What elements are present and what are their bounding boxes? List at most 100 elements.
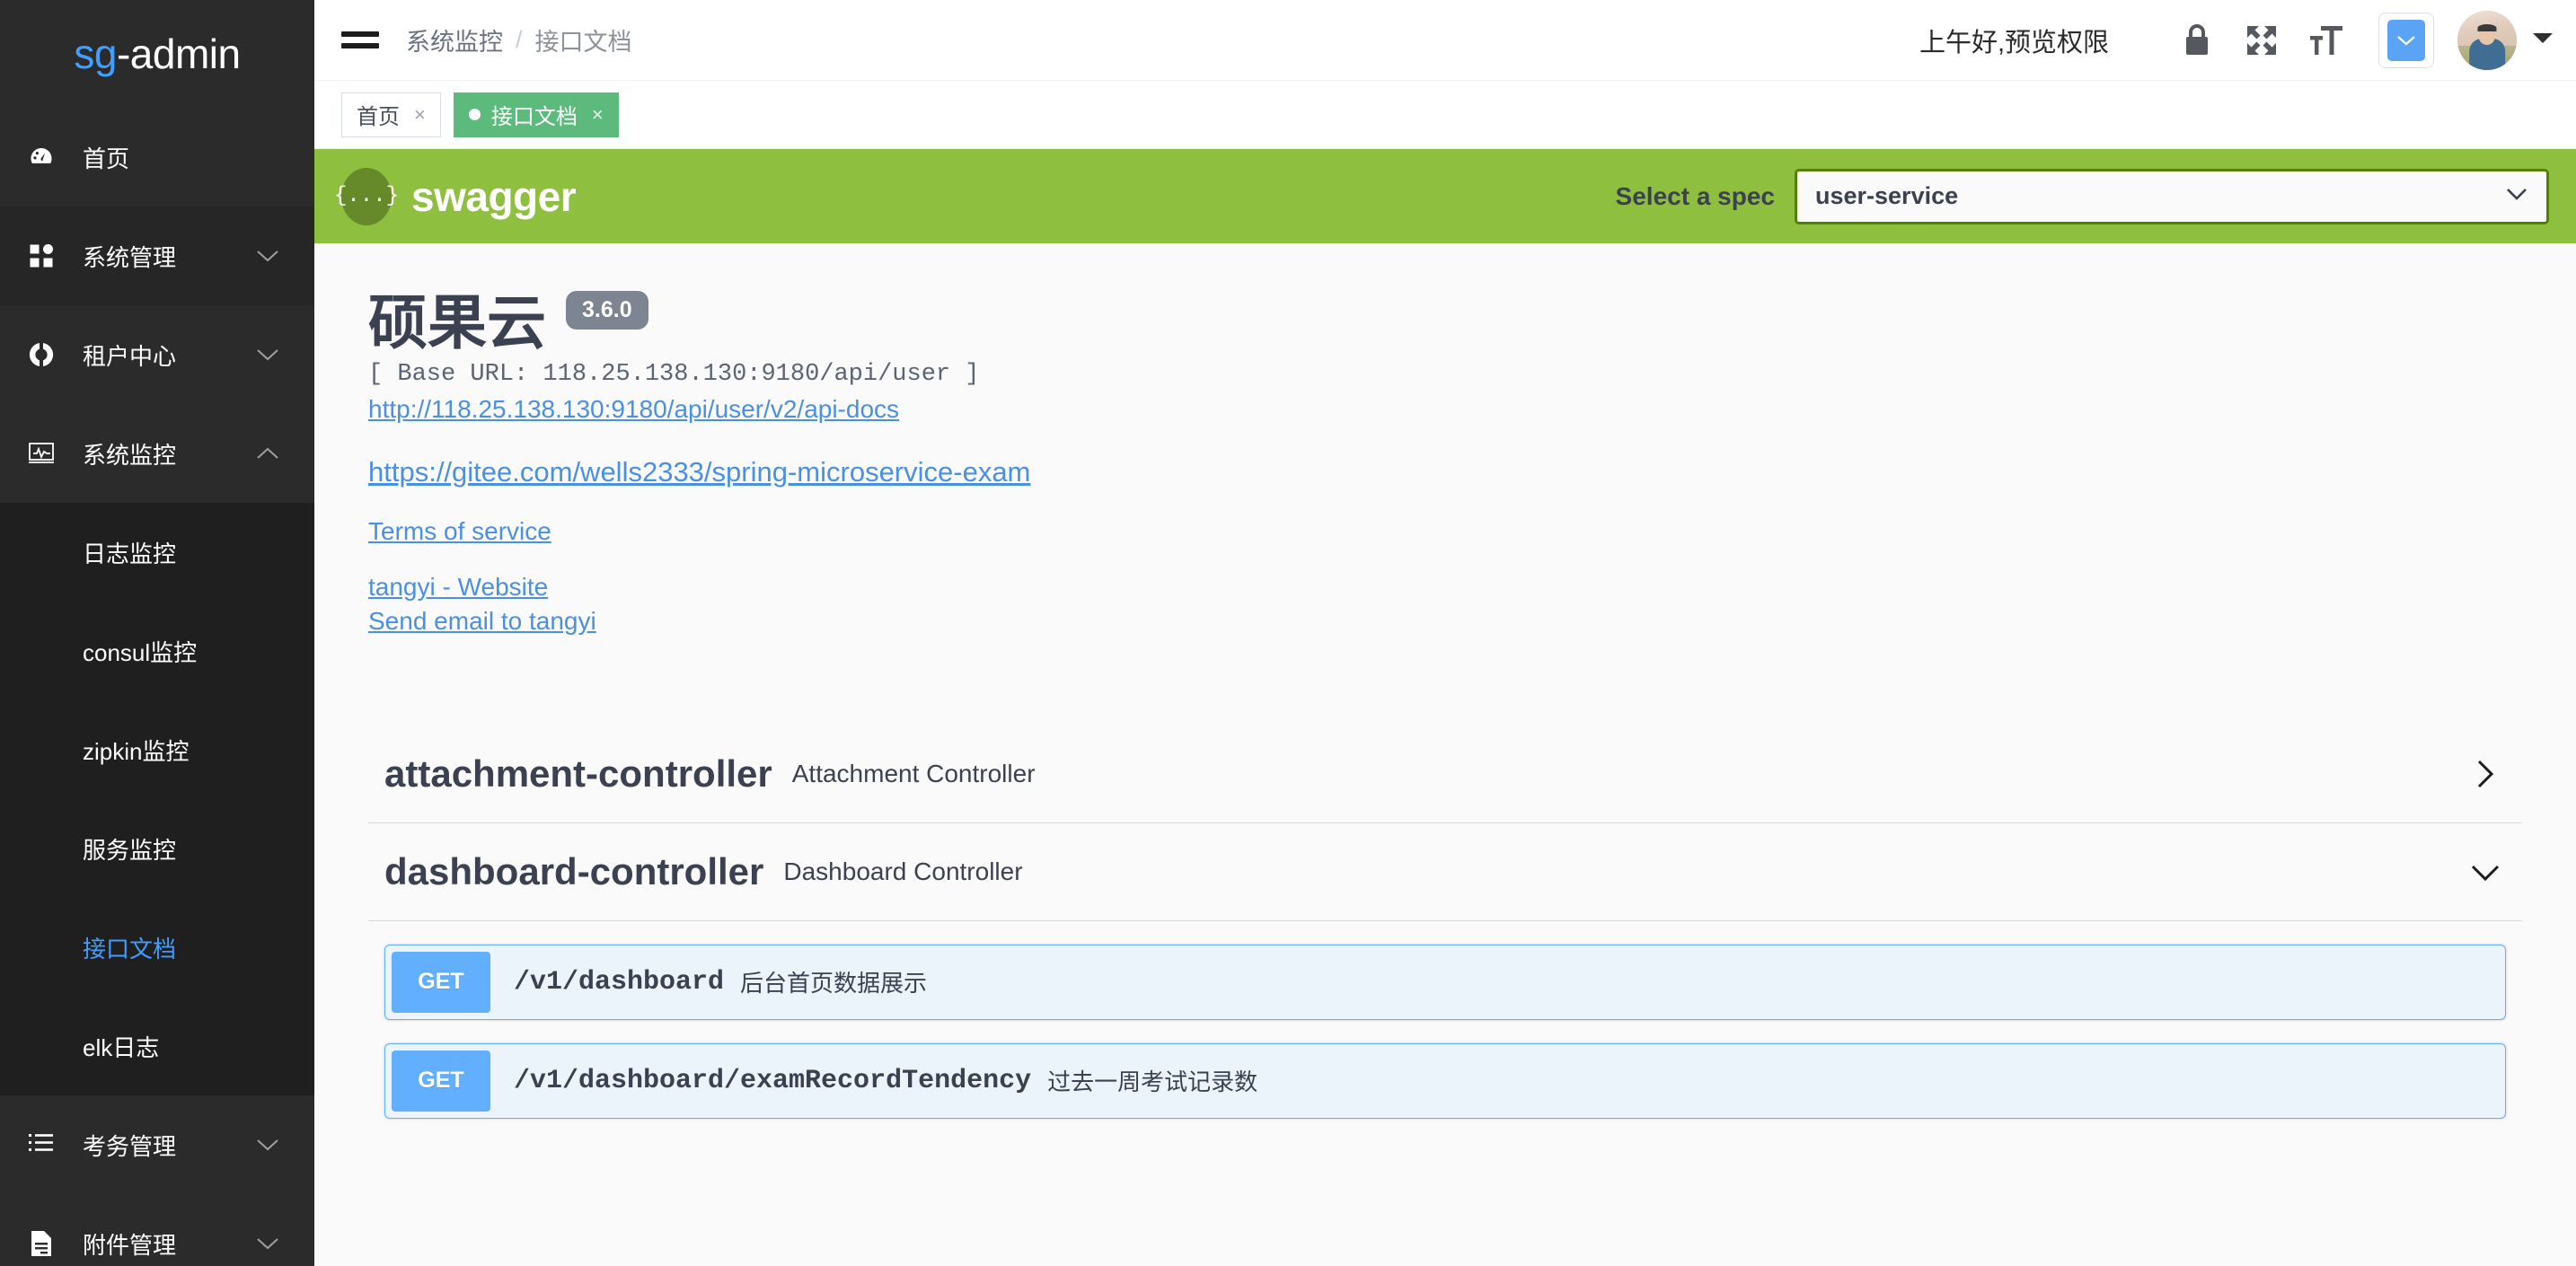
- operation-body: /v1/dashboard 后台首页数据展示: [490, 945, 927, 1019]
- contact-email-link[interactable]: Send email to tangyi: [368, 607, 596, 636]
- grid-icon: [22, 242, 61, 269]
- tag-header-attachment-controller[interactable]: attachment-controller Attachment Control…: [368, 725, 2522, 823]
- dashboard-icon: [22, 144, 61, 171]
- chevron-down-icon: [2505, 187, 2528, 206]
- brand-suffix: -admin: [117, 31, 241, 77]
- select-a-spec-label: Select a spec: [1616, 182, 1775, 211]
- swagger-logo-text: swagger: [411, 172, 576, 221]
- sidebar-item-system-monitor[interactable]: 系统监控: [0, 404, 314, 503]
- http-method-badge: GET: [392, 952, 490, 1013]
- sidebar-item-home[interactable]: 首页: [0, 108, 314, 207]
- operation-row[interactable]: GET /v1/dashboard/examRecordTendency 过去一…: [384, 1043, 2506, 1119]
- breadcrumb-separator: /: [516, 26, 523, 54]
- sidebar-item-attachment-management[interactable]: 附件管理: [0, 1194, 314, 1266]
- fullscreen-icon[interactable]: [2229, 13, 2294, 67]
- sidebar-item-label: 附件管理: [83, 1227, 255, 1261]
- tag-description: Attachment Controller: [792, 760, 1036, 788]
- swagger-content: 硕果云 3.6.0 [ Base URL: 118.25.138.130:918…: [314, 243, 2576, 1266]
- tab-label: 首页: [357, 99, 400, 130]
- tab-home[interactable]: 首页 ×: [341, 92, 441, 137]
- sidebar-item-label: 系统管理: [83, 240, 255, 273]
- repository-link[interactable]: https://gitee.com/wells2333/spring-micro…: [368, 456, 1030, 488]
- operation-path: /v1/dashboard: [514, 967, 724, 998]
- sidebar-item-label: 首页: [83, 141, 280, 174]
- language-button[interactable]: [2378, 13, 2434, 68]
- sidebar-subitem-label: 接口文档: [83, 931, 176, 964]
- api-docs-link[interactable]: http://118.25.138.130:9180/api/user/v2/a…: [368, 395, 899, 424]
- chevron-up-icon: [255, 446, 280, 461]
- main-area: 系统监控 / 接口文档 上午好,预览权限: [314, 0, 2576, 1266]
- tag-name: dashboard-controller: [384, 850, 763, 893]
- top-header: 系统监控 / 接口文档 上午好,预览权限: [314, 0, 2576, 81]
- tenant-icon: [22, 341, 61, 368]
- close-icon[interactable]: ×: [414, 105, 426, 125]
- greeting-text: 上午好,预览权限: [1919, 22, 2109, 59]
- breadcrumb: 系统监控 / 接口文档: [406, 22, 632, 57]
- spec-select-value: user-service: [1815, 182, 1958, 210]
- lock-icon[interactable]: [2165, 13, 2229, 67]
- version-badge: 3.6.0: [566, 291, 648, 330]
- monitor-icon: [22, 442, 61, 465]
- contact-website-link[interactable]: tangyi - Website: [368, 573, 548, 602]
- operation-summary: 后台首页数据展示: [740, 965, 927, 998]
- chevron-down-icon: [255, 347, 280, 362]
- avatar-hat: [2477, 24, 2496, 32]
- base-url-text: [ Base URL: 118.25.138.130:9180/api/user…: [368, 361, 2522, 388]
- sidebar-item-api-docs[interactable]: 接口文档: [0, 898, 314, 997]
- terms-of-service-link[interactable]: Terms of service: [368, 517, 551, 546]
- tab-label: 接口文档: [491, 99, 578, 130]
- operation-row[interactable]: GET /v1/dashboard 后台首页数据展示: [384, 945, 2506, 1020]
- app-logo[interactable]: sg-admin: [0, 0, 314, 108]
- sidebar-item-service-monitor[interactable]: 服务监控: [0, 799, 314, 898]
- caret-down-icon[interactable]: [2531, 31, 2554, 49]
- brand-prefix: sg: [74, 31, 117, 77]
- tag-name: attachment-controller: [384, 752, 772, 796]
- breadcrumb-item-0[interactable]: 系统监控: [406, 22, 503, 57]
- active-dot-icon: [469, 109, 481, 120]
- spec-select[interactable]: user-service: [1795, 169, 2549, 224]
- sidebar-item-elk-logs[interactable]: elk日志: [0, 997, 314, 1095]
- avatar[interactable]: [2457, 11, 2517, 70]
- close-icon[interactable]: ×: [592, 105, 604, 125]
- sidebar-subitem-label: consul监控: [83, 635, 197, 668]
- sidebar-item-system-management[interactable]: 系统管理: [0, 207, 314, 305]
- font-size-icon[interactable]: [2294, 13, 2359, 67]
- sidebar-subitem-label: 服务监控: [83, 832, 176, 866]
- operation-body: /v1/dashboard/examRecordTendency 过去一周考试记…: [490, 1044, 1257, 1118]
- sidebar-item-log-monitor[interactable]: 日志监控: [0, 503, 314, 602]
- sidebar-item-label: 系统监控: [83, 437, 255, 470]
- tag-sections: attachment-controller Attachment Control…: [368, 725, 2522, 1119]
- sidebar-subitem-label: zipkin监控: [83, 734, 189, 767]
- sidebar-item-tenant-center[interactable]: 租户中心: [0, 305, 314, 404]
- operation-path: /v1/dashboard/examRecordTendency: [514, 1066, 1031, 1096]
- list-icon: [22, 1133, 61, 1156]
- spec-selector-group: Select a spec user-service: [1616, 169, 2549, 224]
- hamburger-bar: [341, 43, 379, 48]
- sidebar-subitem-label: 日志监控: [83, 536, 176, 569]
- chevron-down-icon: [255, 1138, 280, 1152]
- topbar-actions: 上午好,预览权限: [1919, 11, 2554, 70]
- breadcrumb-item-1: 接口文档: [535, 22, 632, 57]
- sidebar-item-exam-management[interactable]: 考务管理: [0, 1095, 314, 1194]
- swagger-logo[interactable]: {...} swagger: [341, 168, 576, 225]
- sidebar-item-label: 租户中心: [83, 338, 255, 372]
- sidebar-subitem-label: elk日志: [83, 1030, 159, 1063]
- tag-header-dashboard-controller[interactable]: dashboard-controller Dashboard Controlle…: [368, 823, 2522, 921]
- chevron-right-icon[interactable]: [2465, 756, 2506, 792]
- menu-toggle-icon[interactable]: [341, 20, 383, 61]
- swagger-inner: 硕果云 3.6.0 [ Base URL: 118.25.138.130:918…: [314, 243, 2576, 1119]
- api-info-block: 硕果云 3.6.0 [ Base URL: 118.25.138.130:918…: [368, 243, 2522, 636]
- operation-list: GET /v1/dashboard 后台首页数据展示 GET /v1/dashb…: [368, 945, 2522, 1119]
- sidebar-item-label: 考务管理: [83, 1129, 255, 1162]
- tab-api-docs[interactable]: 接口文档 ×: [454, 92, 619, 137]
- page-title: 硕果云: [368, 290, 546, 356]
- sidebar-item-zipkin-monitor[interactable]: zipkin监控: [0, 700, 314, 799]
- tab-bar: 首页 × 接口文档 ×: [314, 81, 2576, 149]
- hamburger-bar: [341, 31, 379, 37]
- chevron-down-icon[interactable]: [2465, 858, 2506, 885]
- sidebar-item-consul-monitor[interactable]: consul监控: [0, 602, 314, 700]
- tag-description: Dashboard Controller: [783, 857, 1022, 886]
- api-title-row: 硕果云 3.6.0: [368, 290, 2522, 356]
- swagger-topbar: {...} swagger Select a spec user-service: [314, 149, 2576, 243]
- chevron-down-icon: [2387, 20, 2425, 61]
